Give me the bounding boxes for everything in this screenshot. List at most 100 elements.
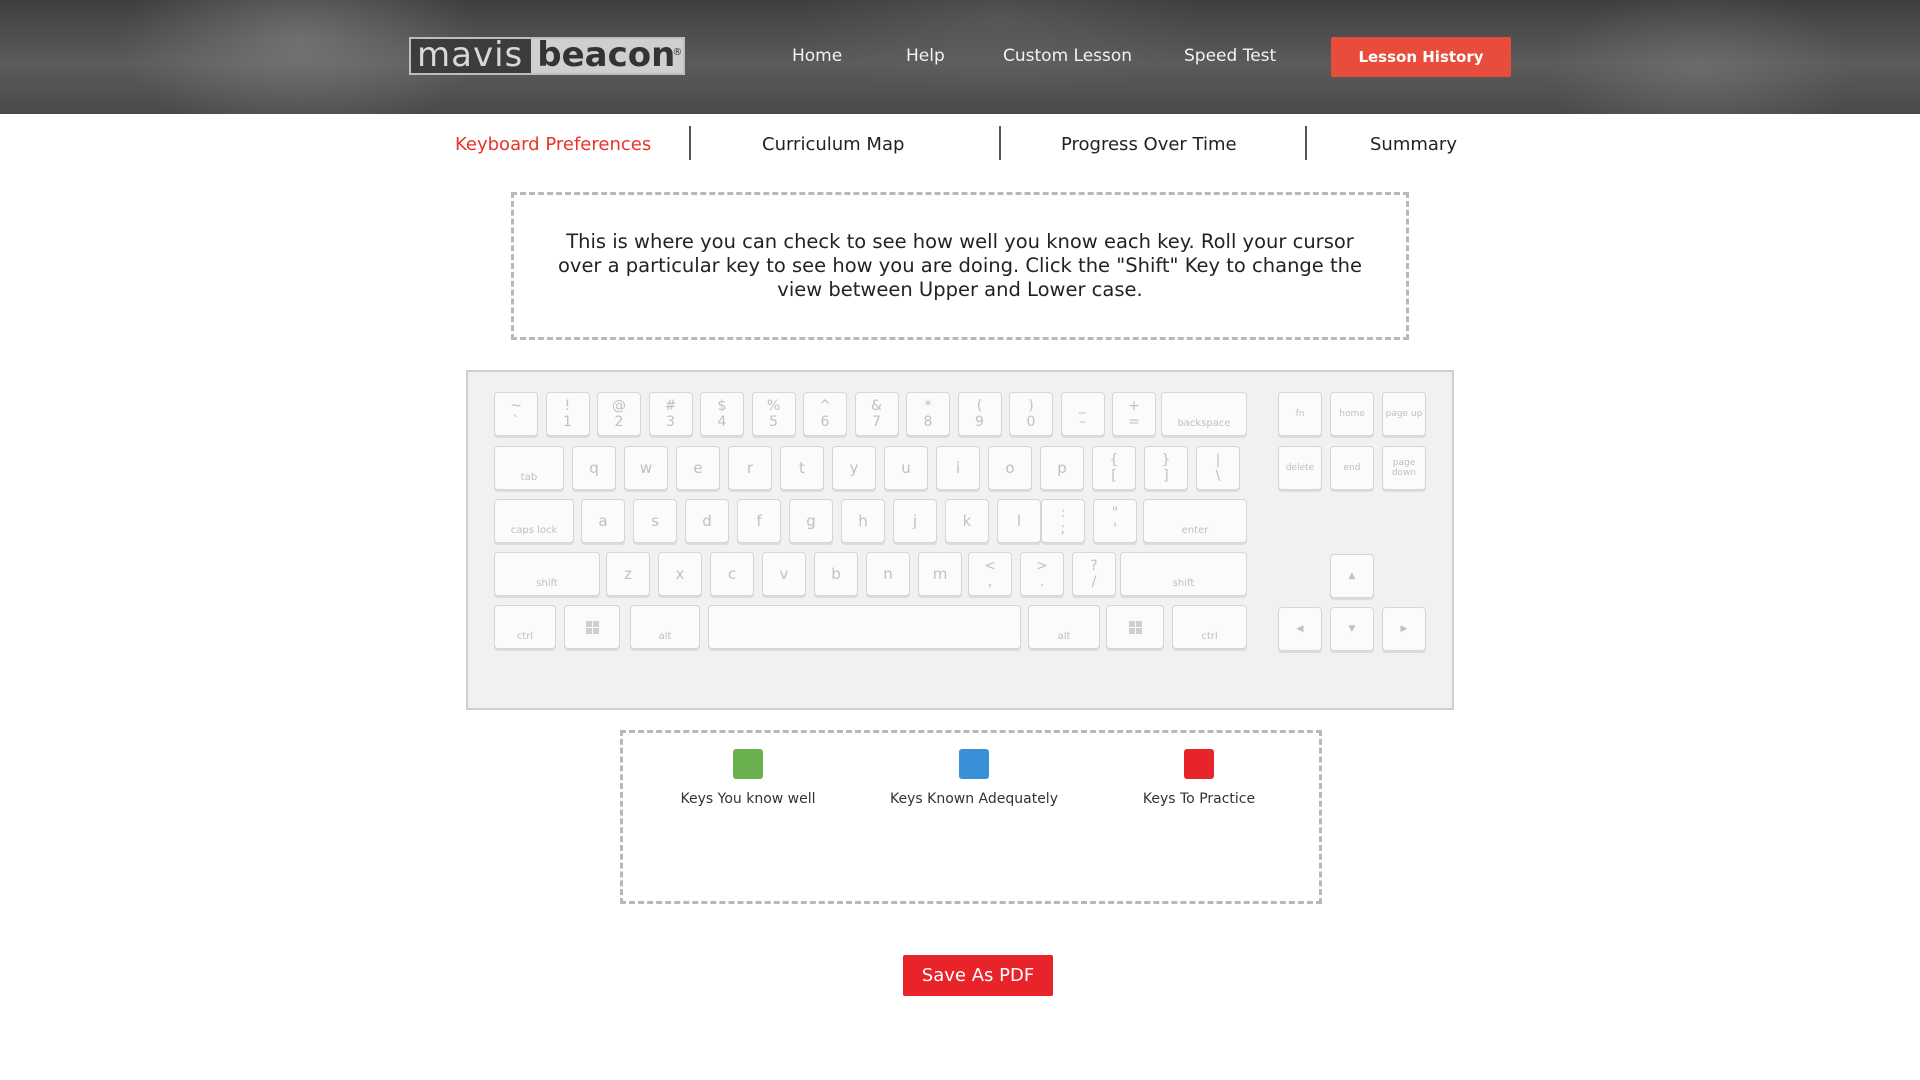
key-9[interactable]: (9 <box>957 392 1002 436</box>
key-b[interactable]: b <box>814 552 858 596</box>
nav-custom-lesson[interactable]: Custom Lesson <box>1003 46 1132 66</box>
key-ctrl-left[interactable]: ctrl <box>494 605 556 649</box>
key-8[interactable]: * 8 <box>906 392 950 436</box>
key-arrow-right[interactable]: ▶ <box>1382 607 1426 651</box>
key-base-char: 6 <box>820 414 830 430</box>
key-i[interactable]: i <box>936 446 980 490</box>
key-j[interactable]: j <box>893 499 937 543</box>
key-4[interactable]: $4 <box>700 392 744 436</box>
key-punct-0[interactable]: :; <box>1041 499 1085 543</box>
key-shift-right[interactable]: shift <box>1120 552 1247 596</box>
key-punct-r4-1[interactable]: >. <box>1020 552 1064 596</box>
key-w[interactable]: w <box>624 446 668 490</box>
report-tabs: Keyboard Preferences Curriculum Map Prog… <box>0 126 1920 160</box>
key-e[interactable]: e <box>676 446 720 490</box>
key-0[interactable]: ) 0 <box>1009 392 1053 436</box>
tab-separator <box>1305 126 1307 160</box>
key-q[interactable]: q <box>572 446 616 490</box>
key-page-up[interactable]: page up <box>1382 392 1426 436</box>
key-t[interactable]: t <box>780 446 824 490</box>
key-delete[interactable]: delete <box>1278 446 1322 490</box>
nav-speed-test[interactable]: Speed Test <box>1184 46 1276 66</box>
legend-label: Keys To Practice <box>1142 791 1256 807</box>
key-arrow-down[interactable]: ▼ <box>1330 607 1374 651</box>
key-base-char: . <box>1039 574 1045 590</box>
key-punct-r4-2[interactable]: ? / <box>1072 552 1116 596</box>
key-ctrl-right[interactable]: ctrl <box>1172 605 1247 649</box>
tab-progress-over-time[interactable]: Progress Over Time <box>1061 134 1237 155</box>
key-o[interactable]: o <box>988 446 1032 490</box>
key-u[interactable]: u <box>884 446 928 490</box>
key-arrow-up[interactable]: ▲ <box>1330 554 1374 598</box>
key-c[interactable]: c <box>710 552 754 596</box>
key-enter[interactable]: enter <box>1143 499 1247 543</box>
key-z[interactable]: z <box>606 552 650 596</box>
key-d[interactable]: d <box>685 499 729 543</box>
key-punct-1[interactable]: " ' <box>1093 499 1137 543</box>
key-backtick[interactable]: ~ ` <box>494 392 538 436</box>
key-m[interactable]: m <box>918 552 962 596</box>
legend-label: Keys You know well <box>680 791 816 807</box>
key-home[interactable]: home <box>1330 392 1374 436</box>
key-windows-right[interactable] <box>1106 605 1164 649</box>
tab-curriculum-map[interactable]: Curriculum Map <box>762 134 904 155</box>
key-shift-char: : <box>1060 505 1066 521</box>
key-shift-char: # <box>664 398 677 414</box>
key-3[interactable]: #3 <box>648 392 693 436</box>
key-a[interactable]: a <box>581 499 625 543</box>
key-s[interactable]: s <box>633 499 677 543</box>
key-7[interactable]: & 7 <box>854 392 899 436</box>
nav-help[interactable]: Help <box>906 46 945 66</box>
key-fn[interactable]: fn <box>1278 392 1322 436</box>
key-punct-r4-0[interactable]: <, <box>968 552 1012 596</box>
legend-item: Keys You know well <box>638 749 858 807</box>
key-shift-char: ) <box>1028 398 1034 414</box>
legend-item: Keys Known Adequately <box>864 749 1084 807</box>
key-2[interactable]: @2 <box>597 392 641 436</box>
tab-summary[interactable]: Summary <box>1370 134 1457 155</box>
windows-icon <box>585 620 599 634</box>
key-y[interactable]: y <box>832 446 876 490</box>
key-arrow-left[interactable]: ◀ <box>1278 607 1322 651</box>
key-5[interactable]: % 5 <box>751 392 796 436</box>
key-1[interactable]: ! 1 <box>545 392 590 436</box>
save-as-pdf-button[interactable]: Save As PDF <box>903 955 1053 996</box>
key-caps-lock[interactable]: caps lock <box>494 499 574 543</box>
key-alt-left[interactable]: alt <box>630 605 700 649</box>
tab-separator <box>999 126 1001 160</box>
key-page-down[interactable]: page down <box>1382 446 1426 490</box>
key-backspace[interactable]: backspace <box>1161 392 1247 436</box>
key-tab[interactable]: tab <box>494 446 564 490</box>
key-base-char: , <box>987 574 993 590</box>
legend-box: Keys You know well Keys Known Adequately K… <box>620 730 1322 904</box>
tab-keyboard-preferences[interactable]: Keyboard Preferences <box>455 134 651 155</box>
key-bracket-2[interactable]: | \ <box>1196 446 1240 490</box>
key-r[interactable]: r <box>728 446 772 490</box>
key-n[interactable]: n <box>866 552 910 596</box>
key-space[interactable] <box>708 605 1021 649</box>
key-alt-right[interactable]: alt <box>1028 605 1100 649</box>
key-h[interactable]: h <box>841 499 885 543</box>
key-v[interactable]: v <box>762 552 806 596</box>
key-f[interactable]: f <box>737 499 781 543</box>
key-k[interactable]: k <box>945 499 989 543</box>
key-bracket-0[interactable]: {[ <box>1092 446 1136 490</box>
key-base-char: 3 <box>666 414 675 430</box>
key-end[interactable]: end <box>1330 446 1374 490</box>
key-bracket-1[interactable]: }] <box>1144 446 1188 490</box>
key-windows-left[interactable] <box>564 605 620 649</box>
key-l[interactable]: l <box>997 499 1041 543</box>
key-base-char: 8 <box>923 414 933 430</box>
legend-swatch <box>1184 749 1214 779</box>
key-x[interactable]: x <box>658 552 702 596</box>
lesson-history-button[interactable]: Lesson History <box>1331 37 1511 77</box>
key-shift-left[interactable]: shift <box>494 552 600 596</box>
key-–[interactable]: _ – <box>1060 392 1105 436</box>
key-p[interactable]: p <box>1040 446 1084 490</box>
nav-home[interactable]: Home <box>792 46 842 66</box>
key-=[interactable]: + = <box>1112 392 1156 436</box>
key-6[interactable]: ^ 6 <box>803 392 847 436</box>
key-g[interactable]: g <box>789 499 833 543</box>
mavis-beacon-logo[interactable]: mavis beacon ® <box>409 37 686 75</box>
key-base-char: 9 <box>975 414 984 430</box>
